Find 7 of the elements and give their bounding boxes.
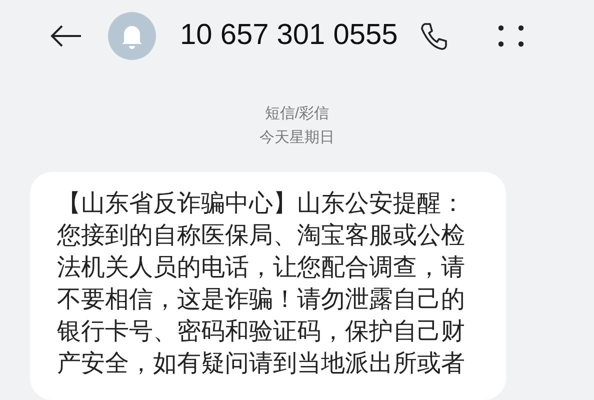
more-icon[interactable] xyxy=(498,25,524,47)
avatar-bell-icon xyxy=(108,12,156,60)
channel-label: 短信/彩信 xyxy=(264,104,330,124)
contact-number: 10 657 301 0555 xyxy=(180,18,398,54)
message-text: 【山东省反诈骗中心】山东公安提醒：您接到的自称医保局、淘宝客服或公检法机关人员的电话，让您配合调查，请不要相信，这是诈骗！请勿泄露自己的银行卡号、密码和验证码，保护自己财产安全，如有疑问请到当地派出所或者 xyxy=(57,189,466,379)
back-icon[interactable] xyxy=(50,25,82,47)
date-label: 今天星期日 xyxy=(260,128,334,148)
